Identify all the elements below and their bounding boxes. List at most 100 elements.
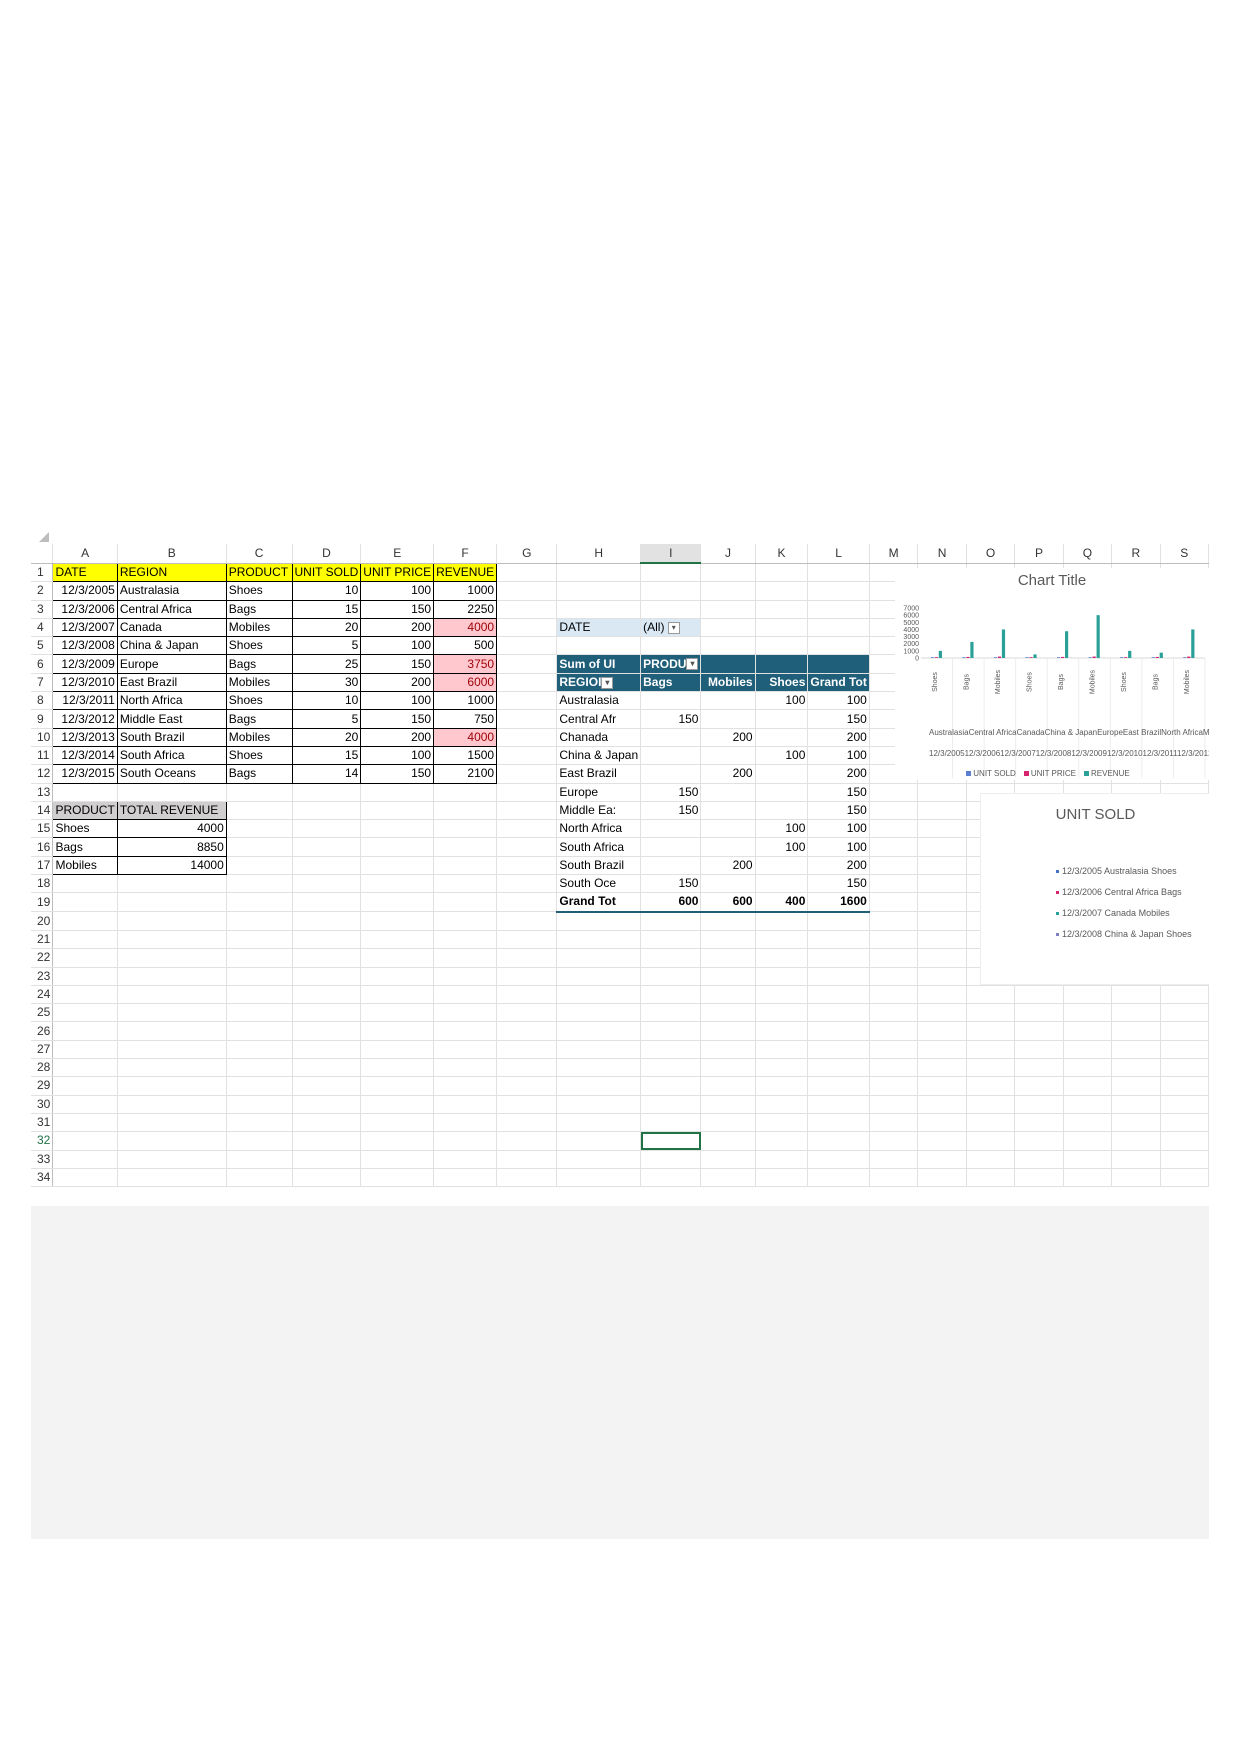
pivot-row-label[interactable]: Middle Ea: bbox=[556, 801, 642, 821]
pivot-row-label[interactable]: Chanada bbox=[556, 728, 642, 747]
cell[interactable] bbox=[700, 1021, 756, 1041]
cell[interactable] bbox=[807, 1168, 870, 1188]
table-header-cell[interactable]: PRODUCT bbox=[225, 562, 293, 583]
cell[interactable] bbox=[433, 837, 498, 857]
cell[interactable] bbox=[496, 892, 558, 913]
table-cell[interactable]: 200 bbox=[360, 672, 435, 693]
cell[interactable] bbox=[496, 930, 558, 950]
cell[interactable] bbox=[496, 856, 558, 876]
cell[interactable] bbox=[755, 654, 809, 674]
cell[interactable] bbox=[556, 985, 642, 1005]
cell[interactable] bbox=[433, 1058, 498, 1078]
pivot-value[interactable] bbox=[700, 801, 756, 821]
cell[interactable] bbox=[292, 911, 362, 931]
cell[interactable] bbox=[640, 1150, 702, 1169]
cell[interactable] bbox=[226, 1058, 293, 1078]
cell[interactable] bbox=[869, 967, 919, 986]
cell[interactable] bbox=[755, 581, 809, 601]
cell[interactable] bbox=[1063, 1095, 1113, 1114]
cell[interactable] bbox=[556, 1131, 642, 1151]
pivot-grand-total[interactable]: 600 bbox=[700, 892, 756, 913]
pivot-value[interactable] bbox=[640, 837, 702, 857]
table-cell[interactable]: 12/3/2008 bbox=[52, 636, 118, 656]
cell[interactable] bbox=[1160, 1040, 1209, 1060]
cell[interactable] bbox=[226, 930, 293, 950]
table-cell[interactable]: East Brazil bbox=[116, 672, 227, 693]
table-cell[interactable]: 20 bbox=[291, 727, 362, 747]
cell[interactable] bbox=[496, 728, 558, 747]
row-header[interactable]: 30 bbox=[31, 1095, 54, 1114]
cell[interactable] bbox=[700, 1040, 756, 1060]
pivot-grand-total[interactable]: 1600 bbox=[807, 892, 870, 913]
bar-chart[interactable]: Chart Title 7000 6000 5000 4000 3000 2000 1000… bbox=[895, 568, 1209, 780]
cell[interactable] bbox=[556, 1168, 642, 1188]
cell[interactable] bbox=[700, 1058, 756, 1078]
row-header[interactable]: 16 bbox=[31, 837, 54, 857]
cell[interactable] bbox=[292, 819, 362, 839]
cell[interactable] bbox=[917, 1168, 967, 1188]
row-header[interactable]: 33 bbox=[31, 1150, 54, 1169]
cell[interactable] bbox=[226, 783, 293, 802]
table-cell[interactable]: 20 bbox=[291, 617, 362, 638]
cell[interactable] bbox=[1111, 1131, 1161, 1151]
cell[interactable] bbox=[117, 892, 227, 913]
cell[interactable] bbox=[52, 1150, 118, 1169]
cell[interactable] bbox=[496, 837, 558, 857]
cell[interactable] bbox=[496, 1040, 558, 1060]
table-cell[interactable]: Australasia bbox=[116, 581, 227, 601]
cell[interactable] bbox=[52, 930, 118, 950]
cell[interactable] bbox=[700, 948, 756, 968]
cell[interactable] bbox=[869, 911, 919, 931]
cell[interactable] bbox=[640, 911, 702, 931]
cell[interactable] bbox=[1111, 1076, 1161, 1096]
table-cell[interactable]: 100 bbox=[360, 745, 435, 766]
cell[interactable] bbox=[917, 1003, 967, 1023]
cell[interactable] bbox=[917, 1113, 967, 1133]
cell[interactable] bbox=[640, 581, 702, 601]
cell[interactable] bbox=[360, 930, 435, 950]
summary-cell[interactable]: 14000 bbox=[116, 855, 227, 876]
cell[interactable] bbox=[52, 1003, 118, 1023]
cell[interactable] bbox=[755, 930, 809, 950]
table-cell[interactable]: 1000 bbox=[433, 581, 498, 601]
table-cell[interactable]: 750 bbox=[433, 709, 498, 729]
cell[interactable] bbox=[1063, 1150, 1113, 1169]
cell[interactable] bbox=[360, 1168, 435, 1188]
table-cell[interactable]: 10 bbox=[291, 581, 362, 601]
table-cell[interactable]: 15 bbox=[291, 599, 362, 619]
cell[interactable] bbox=[1014, 1150, 1064, 1169]
cell[interactable] bbox=[1063, 1168, 1113, 1188]
pivot-value[interactable]: 100 bbox=[755, 837, 809, 857]
table-cell[interactable]: Canada bbox=[116, 617, 227, 638]
pivot-value[interactable] bbox=[640, 746, 702, 766]
cell[interactable] bbox=[1111, 1113, 1161, 1133]
table-cell[interactable]: Mobiles bbox=[225, 727, 293, 747]
cell[interactable] bbox=[1014, 1040, 1064, 1060]
cell[interactable] bbox=[1111, 1003, 1161, 1023]
cell[interactable] bbox=[807, 985, 870, 1005]
cell[interactable] bbox=[496, 764, 558, 784]
table-cell[interactable]: 2100 bbox=[433, 764, 498, 784]
row-header[interactable]: 31 bbox=[31, 1113, 54, 1133]
row-header[interactable]: 8 bbox=[31, 691, 54, 711]
cell[interactable] bbox=[52, 911, 118, 931]
pivot-column-header[interactable]: Shoes bbox=[755, 673, 809, 693]
cell[interactable] bbox=[292, 856, 362, 876]
column-header-n[interactable]: N bbox=[917, 544, 967, 564]
column-header-d[interactable]: D bbox=[292, 544, 362, 564]
row-header[interactable]: 29 bbox=[31, 1076, 54, 1096]
cell[interactable] bbox=[226, 1021, 293, 1041]
cell[interactable] bbox=[117, 948, 227, 968]
cell[interactable] bbox=[52, 892, 118, 913]
column-header-k[interactable]: K bbox=[755, 544, 809, 564]
cell[interactable] bbox=[292, 985, 362, 1005]
cell[interactable] bbox=[496, 746, 558, 766]
filter-dropdown-icon[interactable]: ▾ bbox=[667, 621, 680, 634]
row-header[interactable]: 22 bbox=[31, 948, 54, 968]
pivot-value[interactable]: 150 bbox=[640, 801, 702, 821]
cell[interactable] bbox=[496, 1131, 558, 1151]
cell[interactable] bbox=[292, 1003, 362, 1023]
cell[interactable] bbox=[292, 874, 362, 894]
table-cell[interactable]: 12/3/2009 bbox=[52, 654, 118, 674]
cell[interactable] bbox=[556, 967, 642, 986]
